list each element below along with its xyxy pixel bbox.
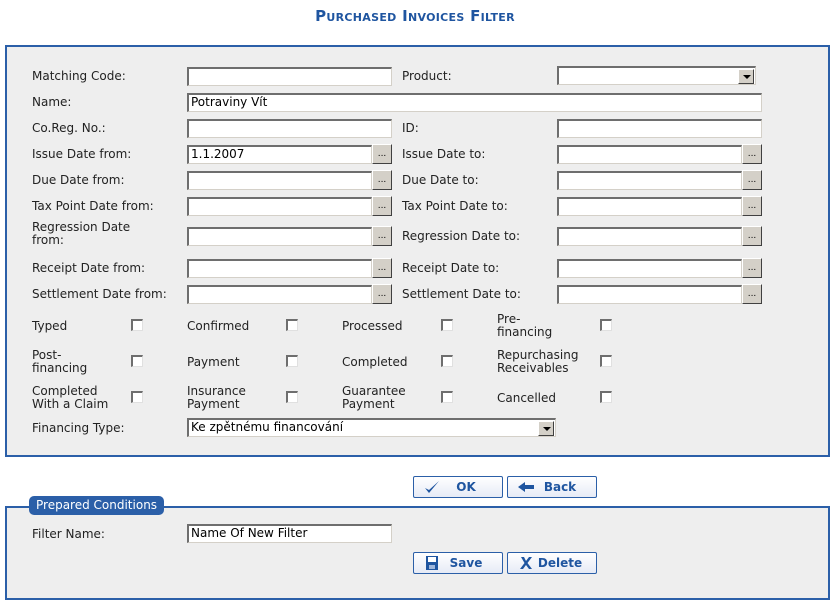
checkbox-label: Typed: [32, 319, 68, 333]
date-picker-button[interactable]: ...: [372, 284, 392, 304]
date-to-input[interactable]: [557, 197, 742, 216]
date-picker-button[interactable]: ...: [372, 226, 392, 246]
date-picker-button[interactable]: ...: [742, 144, 762, 164]
status-checkbox[interactable]: [286, 319, 298, 331]
product-label: Product:: [402, 69, 452, 83]
status-checkbox[interactable]: [600, 391, 612, 403]
ok-button[interactable]: OK: [413, 476, 503, 498]
status-checkbox[interactable]: [600, 319, 612, 331]
date-to-input[interactable]: [557, 259, 742, 278]
status-checkbox[interactable]: [441, 319, 453, 331]
financing-type-label: Financing Type:: [32, 421, 125, 435]
date-to-label: Settlement Date to:: [402, 287, 521, 301]
date-to-label: Due Date to:: [402, 173, 479, 187]
checkbox-label: Confirmed: [187, 319, 250, 333]
delete-button-label: Delete: [537, 556, 583, 570]
date-picker-button[interactable]: ...: [742, 284, 762, 304]
back-button-label: Back: [543, 480, 577, 494]
date-from-input[interactable]: [187, 171, 372, 190]
financing-type-value: Ke zpětnému financování: [191, 420, 344, 434]
date-picker-button[interactable]: ...: [372, 196, 392, 216]
date-to-input[interactable]: [557, 171, 742, 190]
matching-code-label: Matching Code:: [32, 69, 126, 83]
checkbox-label: Repurchasing Receivables: [497, 348, 579, 375]
chevron-down-icon[interactable]: [538, 421, 554, 436]
checkbox-label: Completed With a Claim: [32, 384, 109, 411]
date-from-label: Settlement Date from:: [32, 287, 167, 301]
matching-code-input[interactable]: [187, 67, 392, 86]
date-to-label: Tax Point Date to:: [402, 199, 508, 213]
date-from-label: Tax Point Date from:: [32, 199, 154, 213]
status-checkbox[interactable]: [441, 391, 453, 403]
checkbox-label: Insurance Payment: [187, 384, 246, 411]
date-from-input[interactable]: [187, 197, 372, 216]
date-picker-button[interactable]: ...: [372, 170, 392, 190]
date-from-input[interactable]: 1.1.2007: [187, 145, 372, 164]
checkbox-label: Processed: [342, 319, 403, 333]
prepared-conditions-legend: Prepared Conditions: [29, 496, 165, 515]
checkbox-label: Guarantee Payment: [342, 384, 406, 411]
date-to-input[interactable]: [557, 227, 742, 246]
date-from-label: Due Date from:: [32, 173, 125, 187]
filter-name-label: Filter Name:: [32, 527, 105, 541]
id-label: ID:: [402, 121, 419, 135]
coreg-input[interactable]: [187, 119, 392, 138]
status-checkbox[interactable]: [131, 355, 143, 367]
ok-button-label: OK: [456, 480, 476, 494]
status-checkbox[interactable]: [286, 355, 298, 367]
date-from-input[interactable]: [187, 227, 372, 246]
coreg-label: Co.Reg. No.:: [32, 121, 106, 135]
page-title: Purchased Invoices Filter: [315, 7, 515, 25]
name-label: Name:: [32, 95, 72, 109]
date-picker-button[interactable]: ...: [742, 196, 762, 216]
date-from-label: Receipt Date from:: [32, 261, 146, 275]
checkbox-label: Pre-financing: [497, 312, 553, 339]
name-input[interactable]: Potraviny Vít: [187, 93, 762, 112]
date-picker-button[interactable]: ...: [742, 226, 762, 246]
date-from-label: Regression Date from:: [32, 220, 131, 247]
product-select[interactable]: [557, 66, 756, 85]
checkbox-label: Completed: [342, 355, 408, 369]
delete-button[interactable]: Delete: [507, 552, 597, 574]
date-to-label: Regression Date to:: [402, 229, 521, 243]
checkbox-label: Payment: [187, 355, 240, 369]
date-to-label: Receipt Date to:: [402, 261, 500, 275]
save-button-label: Save: [449, 556, 483, 570]
date-picker-button[interactable]: ...: [372, 258, 392, 278]
date-to-input[interactable]: [557, 285, 742, 304]
date-picker-button[interactable]: ...: [372, 144, 392, 164]
status-checkbox[interactable]: [131, 391, 143, 403]
back-button[interactable]: Back: [507, 476, 597, 498]
status-checkbox[interactable]: [600, 355, 612, 367]
date-to-input[interactable]: [557, 145, 742, 164]
checkbox-label: Cancelled: [497, 391, 556, 405]
id-input[interactable]: [557, 119, 762, 138]
date-from-input[interactable]: [187, 259, 372, 278]
date-from-input[interactable]: [187, 285, 372, 304]
save-button[interactable]: Save: [413, 552, 503, 574]
financing-type-select[interactable]: Ke zpětnému financování: [187, 418, 556, 437]
checkbox-label: Post-financing: [32, 348, 88, 375]
status-checkbox[interactable]: [286, 391, 298, 403]
date-picker-button[interactable]: ...: [742, 258, 762, 278]
date-picker-button[interactable]: ...: [742, 170, 762, 190]
status-checkbox[interactable]: [441, 355, 453, 367]
date-from-label: Issue Date from:: [32, 147, 132, 161]
status-checkbox[interactable]: [131, 319, 143, 331]
date-to-label: Issue Date to:: [402, 147, 486, 161]
chevron-down-icon[interactable]: [738, 69, 754, 84]
filter-name-input[interactable]: Name Of New Filter: [187, 524, 392, 543]
